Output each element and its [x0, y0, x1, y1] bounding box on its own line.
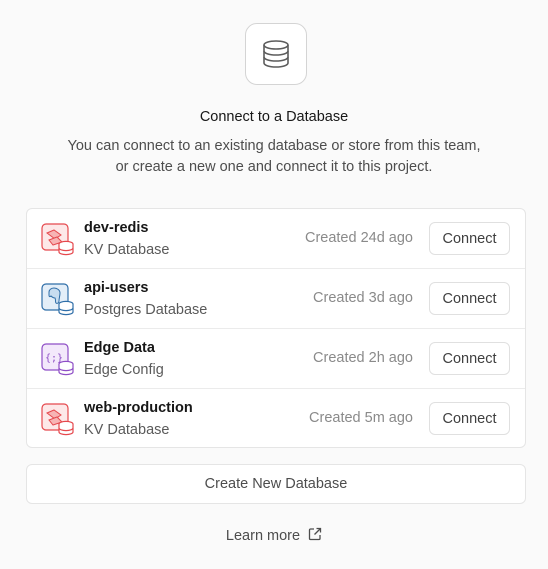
postgres-database-icon [41, 283, 75, 317]
connect-button[interactable]: Connect [429, 402, 510, 435]
database-icon [245, 23, 307, 85]
database-name: web-production [84, 400, 193, 416]
database-type: Postgres Database [84, 302, 208, 318]
kv-database-icon [41, 403, 75, 437]
edge-config-icon: {;} [41, 343, 75, 377]
database-list: dev-redis KV Database Created 24d ago Co… [26, 208, 526, 448]
database-type: KV Database [84, 242, 170, 258]
database-row-web-production: web-production KV Database Created 5m ag… [27, 389, 525, 447]
create-new-database-button[interactable]: Create New Database [26, 464, 526, 504]
database-row-api-users: api-users Postgres Database Created 3d a… [27, 269, 525, 329]
database-name: api-users [84, 280, 149, 296]
database-row-edge-data: {;} Edge Data Edge Config Created 2h ago… [27, 329, 525, 389]
learn-more-label: Learn more [225, 528, 301, 544]
database-created: Created 2h ago [313, 350, 413, 366]
database-name: Edge Data [84, 340, 155, 356]
database-created: Created 24d ago [304, 230, 413, 246]
database-row-dev-redis: dev-redis KV Database Created 24d ago Co… [27, 209, 525, 269]
connect-button[interactable]: Connect [429, 282, 510, 315]
database-created: Created 5m ago [309, 410, 413, 426]
page-title: Connect to a Database [199, 109, 349, 125]
database-created: Created 3d ago [313, 290, 413, 306]
database-type: KV Database [84, 422, 170, 438]
page-description: You can connect to an existing database … [67, 138, 481, 175]
learn-more-link[interactable]: Learn more [0, 527, 548, 545]
connect-button[interactable]: Connect [429, 342, 510, 375]
connect-button[interactable]: Connect [429, 222, 510, 255]
external-link-icon [308, 527, 322, 545]
database-type: Edge Config [84, 362, 164, 378]
kv-database-icon [41, 223, 75, 257]
database-name: dev-redis [84, 220, 149, 236]
